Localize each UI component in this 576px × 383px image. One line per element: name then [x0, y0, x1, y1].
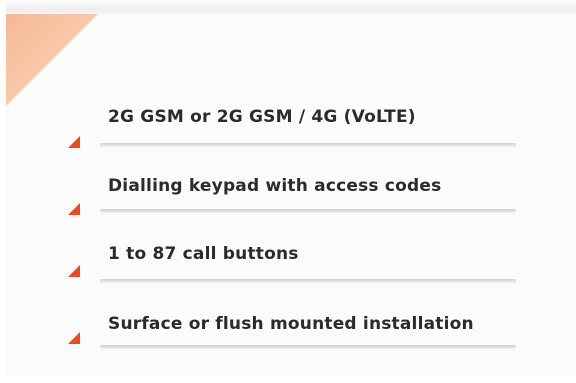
triangle-bullet-icon [68, 265, 80, 277]
feature-list: 2G GSM or 2G GSM / 4G (VoLTE) Dialling k… [0, 0, 576, 383]
feature-divider [100, 279, 516, 283]
feature-divider [100, 143, 516, 147]
feature-divider [100, 209, 516, 213]
feature-label: 2G GSM or 2G GSM / 4G (VoLTE) [108, 107, 416, 127]
feature-label: 1 to 87 call buttons [108, 244, 299, 264]
feature-item: Surface or flush mounted installation [0, 0, 576, 349]
triangle-bullet-icon [68, 203, 80, 215]
triangle-bullet-icon [68, 136, 80, 148]
feature-label: Surface or flush mounted installation [108, 314, 474, 334]
feature-divider [100, 345, 516, 349]
feature-label: Dialling keypad with access codes [108, 176, 442, 196]
triangle-bullet-icon [68, 332, 80, 344]
